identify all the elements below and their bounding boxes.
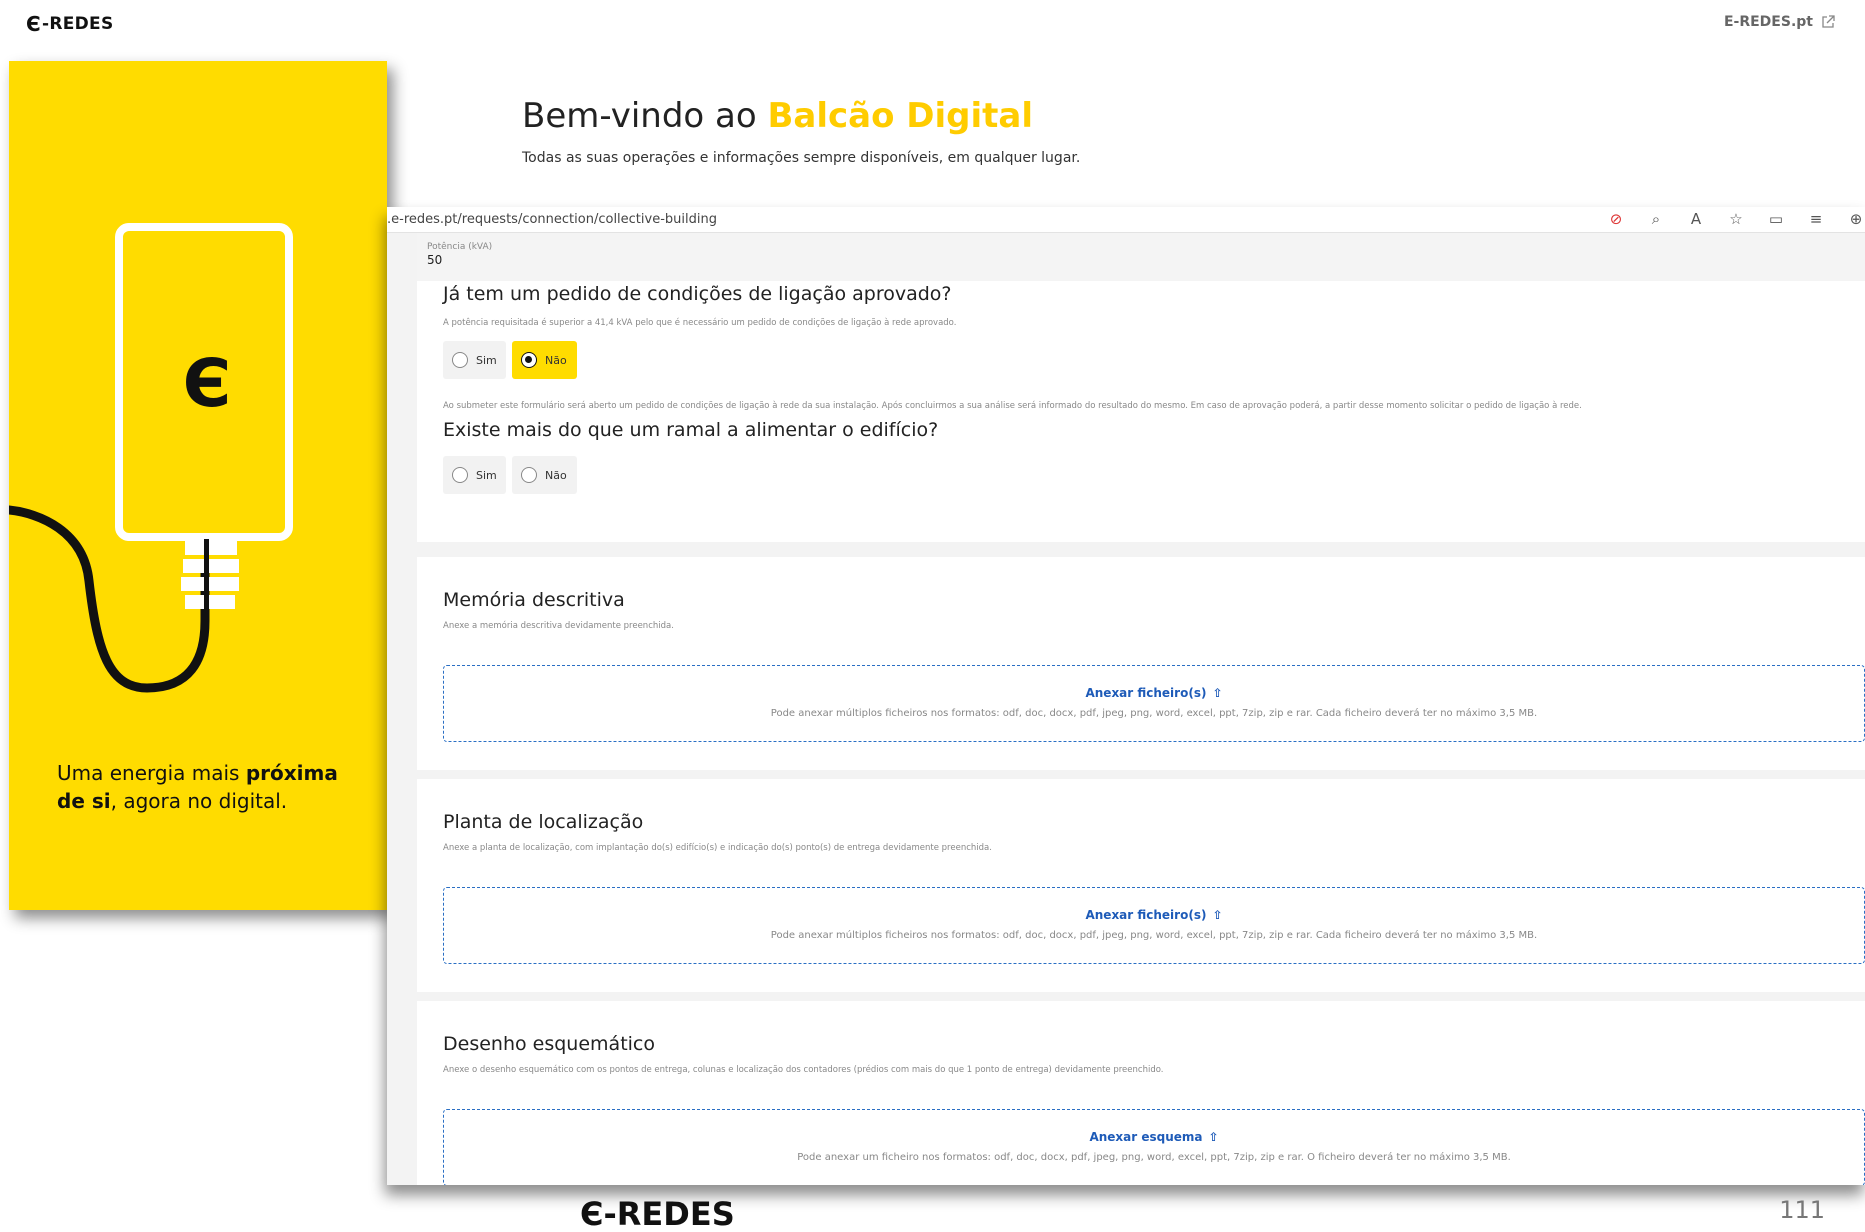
promo-panel: Є Uma energia mais próxima de si, agora … bbox=[9, 61, 387, 910]
tagline-part: Uma energia mais bbox=[57, 761, 246, 785]
radio-label: Sim bbox=[476, 353, 497, 367]
radio-dot bbox=[521, 467, 537, 483]
tracking-blocked-icon[interactable]: ⊘ bbox=[1607, 210, 1625, 228]
question-multiple-branches: Existe mais do que um ramal a alimentar … bbox=[443, 419, 939, 441]
favorite-star-icon[interactable]: ☆ bbox=[1727, 210, 1745, 228]
dropzone-info: Pode anexar múltiplos ficheiros nos form… bbox=[770, 708, 1538, 719]
e-redes-site-link[interactable]: E-REDES.pt bbox=[1724, 14, 1835, 30]
extensions-icon[interactable]: ⊕ bbox=[1847, 210, 1865, 228]
upload-icon: ⇧ bbox=[1212, 908, 1223, 922]
e-redes-site-link-label: E-REDES.pt bbox=[1723, 14, 1813, 30]
radio-dot-selected bbox=[521, 352, 537, 368]
upload-card: Planta de localização Anexe a planta de … bbox=[417, 779, 1865, 992]
radio-label: Não bbox=[545, 468, 567, 482]
page-number: 111 bbox=[1779, 1196, 1825, 1224]
brand-name: -REDES bbox=[41, 14, 114, 34]
attach-label: Anexar esquema bbox=[1089, 1130, 1203, 1144]
tagline-part: , agora no digital. bbox=[110, 789, 288, 813]
attach-label: Anexar ficheiro(s) bbox=[1085, 686, 1207, 700]
radio-q1-nao[interactable]: Não bbox=[512, 341, 577, 379]
attach-schema-button[interactable]: Anexar esquema ⇧ bbox=[444, 1130, 1864, 1144]
upload-card-desc: Anexe a memória descritiva devidamente p… bbox=[443, 621, 674, 631]
radio-q1-sim[interactable]: Sim bbox=[443, 341, 506, 379]
power-label: Potência (kVA) bbox=[427, 242, 493, 252]
attach-label: Anexar ficheiro(s) bbox=[1085, 908, 1207, 922]
radio-label: Sim bbox=[476, 468, 497, 482]
tagline-bold: de si bbox=[57, 789, 111, 813]
top-bar: Є -REDES E-REDES.pt bbox=[0, 0, 1865, 52]
page-title-prefix: Bem-vindo ao bbox=[522, 96, 768, 136]
embedded-browser-screenshot: Potência (kVA) 50 Já tem um pedido de co… bbox=[387, 207, 1865, 1185]
upload-card: Memória descritiva Anexe a memória descr… bbox=[417, 557, 1865, 770]
dropzone-info: Pode anexar um ficheiro nos formatos: od… bbox=[797, 1152, 1511, 1163]
upload-card-title: Planta de localização bbox=[443, 811, 644, 833]
external-link-icon bbox=[1822, 15, 1835, 28]
footer-brand-logo: Є -REDES bbox=[580, 1195, 735, 1232]
collections-icon[interactable]: ≡ bbox=[1807, 210, 1825, 228]
radio-label: Não bbox=[545, 353, 567, 367]
attach-files-button[interactable]: Anexar ficheiro(s) ⇧ bbox=[444, 686, 1864, 700]
file-dropzone[interactable]: Anexar ficheiro(s) ⇧ Pode anexar múltiplo… bbox=[443, 887, 1865, 964]
page-title: Bem-vindo ao Balcão Digital bbox=[522, 96, 1033, 136]
upload-icon: ⇧ bbox=[1212, 686, 1223, 700]
upload-card-title: Desenho esquemático bbox=[443, 1033, 655, 1055]
dropzone-info: Pode anexar múltiplos ficheiros nos form… bbox=[770, 930, 1538, 941]
zoom-icon[interactable]: ⌕ bbox=[1647, 210, 1665, 228]
radio-dot bbox=[452, 467, 468, 483]
power-field[interactable]: Potência (kVA) 50 bbox=[417, 233, 1865, 281]
tagline-bold: próxima bbox=[245, 761, 338, 785]
upload-card: Desenho esquemático Anexe o desenho esqu… bbox=[417, 1001, 1865, 1185]
url-text[interactable]: .e-redes.pt/requests/connection/collecti… bbox=[387, 212, 717, 227]
power-value: 50 bbox=[427, 253, 443, 267]
reading-view-icon[interactable]: ▭ bbox=[1767, 210, 1785, 228]
e-logo-icon: Є bbox=[580, 1195, 604, 1232]
svg-text:Є: Є bbox=[183, 345, 231, 422]
attach-files-button[interactable]: Anexar ficheiro(s) ⇧ bbox=[444, 908, 1864, 922]
browser-toolbar-icons: ⊘ ⌕ A ☆ ▭ ≡ ⊕ bbox=[1607, 210, 1865, 228]
question-approved-request: Já tem um pedido de condições de ligação… bbox=[443, 283, 952, 305]
upload-icon: ⇧ bbox=[1208, 1130, 1219, 1144]
connection-card: Potência (kVA) 50 Já tem um pedido de co… bbox=[417, 207, 1865, 542]
footer-brand-name: -REDES bbox=[603, 1195, 735, 1232]
radio-dot bbox=[452, 352, 468, 368]
tagline: Uma energia mais próxima de si, agora no… bbox=[57, 759, 357, 815]
page-title-accent: Balcão Digital bbox=[767, 96, 1034, 136]
radio-q2-nao[interactable]: Não bbox=[512, 456, 577, 494]
file-dropzone[interactable]: Anexar esquema ⇧ Pode anexar um ficheiro … bbox=[443, 1109, 1865, 1185]
read-aloud-icon[interactable]: A bbox=[1687, 210, 1705, 228]
upload-card-desc: Anexe a planta de localização, com impla… bbox=[443, 843, 992, 853]
submit-note: Ao submeter este formulário será aberto … bbox=[443, 401, 1582, 411]
browser-address-bar[interactable]: .e-redes.pt/requests/connection/collecti… bbox=[387, 207, 1865, 233]
file-dropzone[interactable]: Anexar ficheiro(s) ⇧ Pode anexar múltiplo… bbox=[443, 665, 1865, 742]
e-logo-icon: Є bbox=[26, 12, 41, 36]
radio-q2-sim[interactable]: Sim bbox=[443, 456, 506, 494]
upload-card-title: Memória descritiva bbox=[443, 589, 625, 611]
question-approved-request-hint: A potência requisitada é superior a 41,4… bbox=[443, 318, 957, 328]
page-subtitle: Todas as suas operações e informações se… bbox=[522, 150, 1081, 166]
brand-logo[interactable]: Є -REDES bbox=[26, 12, 114, 36]
upload-card-desc: Anexe o desenho esquemático com os ponto… bbox=[443, 1065, 1164, 1075]
